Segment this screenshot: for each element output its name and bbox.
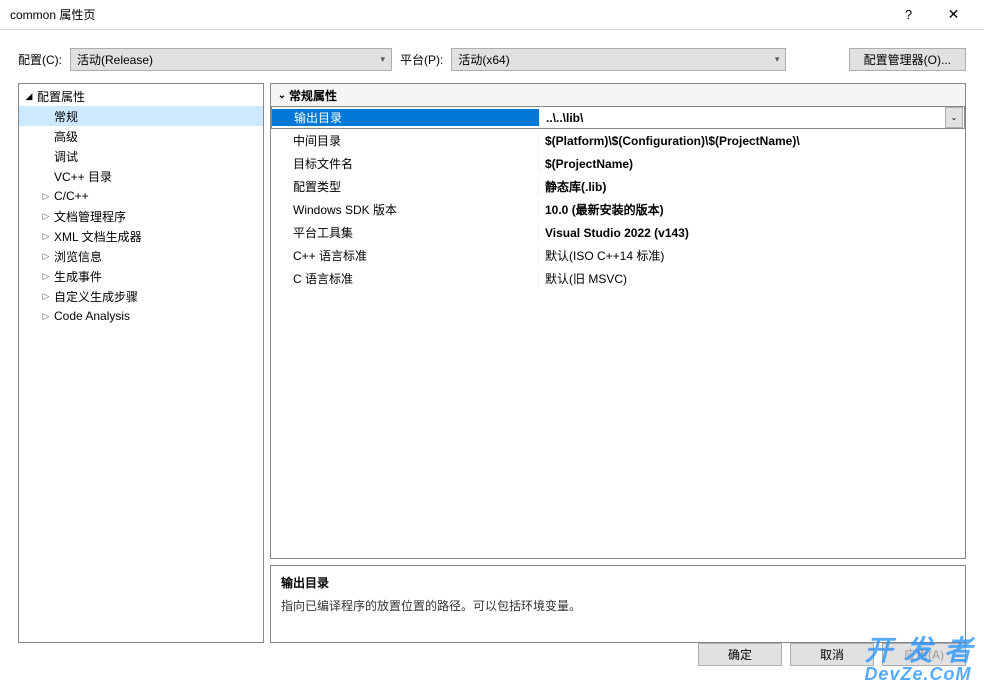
tree-item[interactable]: 高级 bbox=[19, 126, 263, 146]
property-name: 平台工具集 bbox=[271, 224, 539, 241]
caret-right-icon: ▷ bbox=[40, 191, 52, 202]
caret-right-icon: ▷ bbox=[40, 271, 52, 282]
tree-root-label: 配置属性 bbox=[35, 88, 85, 105]
property-name: Windows SDK 版本 bbox=[271, 201, 539, 218]
property-value[interactable]: 10.0 (最新安装的版本) bbox=[539, 201, 965, 218]
chevron-down-icon: ▾ bbox=[775, 54, 780, 65]
cancel-button[interactable]: 取消 bbox=[790, 643, 874, 666]
tree-item[interactable]: ▷Code Analysis bbox=[19, 306, 263, 326]
property-value[interactable]: $(ProjectName) bbox=[539, 157, 965, 171]
property-value[interactable]: ..\..\lib\ bbox=[540, 111, 945, 125]
config-manager-button[interactable]: 配置管理器(O)... bbox=[849, 48, 966, 71]
tree-item-label: C/C++ bbox=[52, 189, 89, 203]
property-name: 输出目录 bbox=[272, 109, 540, 126]
property-value[interactable]: 默认(ISO C++14 标准) bbox=[539, 247, 965, 264]
tree-item[interactable]: ▷文档管理程序 bbox=[19, 206, 263, 226]
close-button[interactable]: ✕ bbox=[931, 0, 976, 30]
property-value[interactable]: 静态库(.lib) bbox=[539, 178, 965, 195]
chevron-down-icon: ▾ bbox=[380, 54, 385, 65]
tree-item[interactable]: ▷C/C++ bbox=[19, 186, 263, 206]
tree-item-label: 生成事件 bbox=[52, 268, 102, 285]
platform-value: 活动(x64) bbox=[458, 51, 509, 68]
apply-button[interactable]: 应用(A) bbox=[882, 643, 966, 666]
help-button[interactable]: ? bbox=[886, 0, 931, 30]
tree-item-label: 高级 bbox=[52, 128, 78, 145]
tree-item[interactable]: 调试 bbox=[19, 146, 263, 166]
property-row[interactable]: 输出目录..\..\lib\⌄ bbox=[271, 106, 965, 129]
tree-item[interactable]: 常规 bbox=[19, 106, 263, 126]
property-row[interactable]: C 语言标准默认(旧 MSVC) bbox=[271, 267, 965, 290]
ok-button[interactable]: 确定 bbox=[698, 643, 782, 666]
platform-label: 平台(P): bbox=[400, 51, 443, 68]
tree-item[interactable]: ▷生成事件 bbox=[19, 266, 263, 286]
caret-down-icon: ◢ bbox=[23, 91, 35, 102]
property-row[interactable]: 平台工具集Visual Studio 2022 (v143) bbox=[271, 221, 965, 244]
property-name: C 语言标准 bbox=[271, 270, 539, 287]
description-title: 输出目录 bbox=[281, 574, 955, 591]
property-value[interactable]: 默认(旧 MSVC) bbox=[539, 270, 965, 287]
window-title: common 属性页 bbox=[10, 6, 886, 23]
property-name: C++ 语言标准 bbox=[271, 247, 539, 264]
property-row[interactable]: 目标文件名$(ProjectName) bbox=[271, 152, 965, 175]
caret-right-icon: ▷ bbox=[40, 291, 52, 302]
property-name: 中间目录 bbox=[271, 132, 539, 149]
tree-item-label: Code Analysis bbox=[52, 309, 130, 323]
property-name: 配置类型 bbox=[271, 178, 539, 195]
tree-item[interactable]: ▷自定义生成步骤 bbox=[19, 286, 263, 306]
tree-item[interactable]: ▷浏览信息 bbox=[19, 246, 263, 266]
group-title: 常规属性 bbox=[289, 87, 337, 104]
dropdown-button[interactable]: ⌄ bbox=[945, 107, 963, 128]
config-row: 配置(C): 活动(Release) ▾ 平台(P): 活动(x64) ▾ 配置… bbox=[0, 30, 984, 83]
caret-right-icon: ▷ bbox=[40, 211, 52, 222]
config-label: 配置(C): bbox=[18, 51, 62, 68]
caret-right-icon: ▷ bbox=[40, 251, 52, 262]
description-text: 指向已编译程序的放置位置的路径。可以包括环境变量。 bbox=[281, 597, 955, 614]
titlebar: common 属性页 ? ✕ bbox=[0, 0, 984, 30]
config-value: 活动(Release) bbox=[77, 51, 153, 68]
property-row[interactable]: 配置类型静态库(.lib) bbox=[271, 175, 965, 198]
description-panel: 输出目录 指向已编译程序的放置位置的路径。可以包括环境变量。 bbox=[270, 565, 966, 643]
tree-root[interactable]: ◢ 配置属性 bbox=[19, 86, 263, 106]
tree-item-label: XML 文档生成器 bbox=[52, 228, 142, 245]
tree-panel[interactable]: ◢ 配置属性 常规高级调试VC++ 目录▷C/C++▷文档管理程序▷XML 文档… bbox=[18, 83, 264, 643]
chevron-down-icon: ⌄ bbox=[275, 90, 289, 101]
tree-item-label: 自定义生成步骤 bbox=[52, 288, 138, 305]
caret-right-icon: ▷ bbox=[40, 311, 52, 322]
property-name: 目标文件名 bbox=[271, 155, 539, 172]
tree-item-label: 常规 bbox=[52, 108, 78, 125]
property-row[interactable]: 中间目录$(Platform)\$(Configuration)\$(Proje… bbox=[271, 129, 965, 152]
property-row[interactable]: Windows SDK 版本10.0 (最新安装的版本) bbox=[271, 198, 965, 221]
group-header[interactable]: ⌄ 常规属性 bbox=[271, 84, 965, 106]
caret-right-icon: ▷ bbox=[40, 231, 52, 242]
main-area: ◢ 配置属性 常规高级调试VC++ 目录▷C/C++▷文档管理程序▷XML 文档… bbox=[0, 83, 984, 643]
config-select[interactable]: 活动(Release) ▾ bbox=[70, 48, 392, 71]
platform-select[interactable]: 活动(x64) ▾ bbox=[451, 48, 786, 71]
tree-item-label: 调试 bbox=[52, 148, 78, 165]
tree-item-label: 浏览信息 bbox=[52, 248, 102, 265]
tree-item[interactable]: ▷XML 文档生成器 bbox=[19, 226, 263, 246]
tree-item[interactable]: VC++ 目录 bbox=[19, 166, 263, 186]
property-row[interactable]: C++ 语言标准默认(ISO C++14 标准) bbox=[271, 244, 965, 267]
property-grid[interactable]: ⌄ 常规属性 输出目录..\..\lib\⌄中间目录$(Platform)\$(… bbox=[270, 83, 966, 559]
property-value[interactable]: Visual Studio 2022 (v143) bbox=[539, 226, 965, 240]
right-panel: ⌄ 常规属性 输出目录..\..\lib\⌄中间目录$(Platform)\$(… bbox=[270, 83, 966, 643]
property-value[interactable]: $(Platform)\$(Configuration)\$(ProjectNa… bbox=[539, 134, 965, 148]
tree-item-label: 文档管理程序 bbox=[52, 208, 126, 225]
tree-item-label: VC++ 目录 bbox=[52, 168, 112, 185]
dialog-buttons: 确定 取消 应用(A) bbox=[698, 643, 966, 666]
